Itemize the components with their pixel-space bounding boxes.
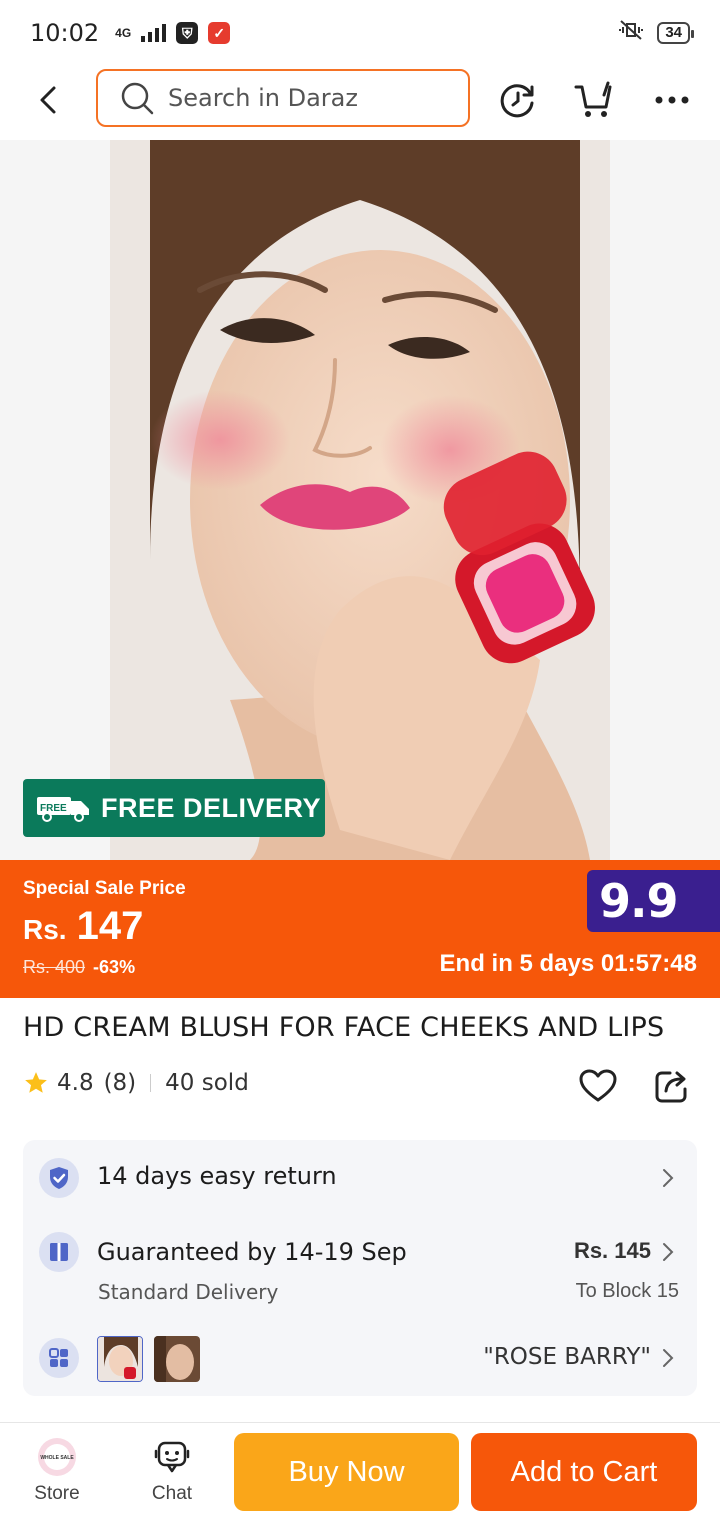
price-banner: Special Sale Price Rs. 147 Rs. 400 -63% … [0,860,720,998]
variant-thumbnail-1[interactable] [97,1336,143,1382]
delivery-location: To Block 15 [575,1280,679,1302]
v-app-icon: ✓ [208,22,231,44]
chevron-right-icon[interactable] [661,1240,675,1264]
grid-icon [49,1348,68,1367]
review-count[interactable]: (8) [104,1070,137,1096]
buy-now-button[interactable]: Buy Now [234,1433,459,1511]
status-time: 10:02 [30,19,100,47]
store-logo: WHOLE SALE [37,1437,77,1477]
refresh-clock-icon [500,84,534,118]
star-icon [25,1072,47,1093]
variant-name[interactable]: "ROSE BARRY" [483,1344,651,1370]
more-icon [655,96,689,104]
signal-icon [141,24,167,42]
status-bar: 10:02 4G ⛨ ✓ 34 [0,0,720,66]
product-meta: 4.8 (8) 40 sold [23,1070,249,1096]
current-price: Rs. 147 [23,904,143,949]
wishlist-button[interactable] [578,1066,618,1106]
chat-button[interactable]: Chat [132,1437,212,1505]
sold-count: 40 sold [165,1070,249,1096]
share-icon [655,1071,687,1103]
cart-button[interactable] [572,78,616,122]
rating-value[interactable]: 4.8 [57,1070,94,1096]
free-delivery-badge: FREE FREE DELIVERY [23,779,325,837]
original-price: Rs. 400 [23,957,86,977]
product-image-gallery[interactable] [0,140,720,860]
store-button[interactable]: WHOLE SALE Store [17,1437,97,1505]
discount-percent: -63% [93,957,136,977]
top-header: Search in Daraz [0,66,720,140]
battery-indicator: 34 [657,22,694,44]
chat-icon [152,1437,192,1477]
divider [150,1074,152,1092]
delivery-truck-icon: FREE [37,797,89,822]
heart-icon [579,1069,617,1102]
back-button[interactable] [30,82,66,118]
history-button[interactable] [496,78,540,122]
share-button[interactable] [652,1066,692,1106]
bottom-action-bar: WHOLE SALE Store Chat Buy Now Add to Car… [0,1422,720,1520]
chevron-right-icon[interactable] [661,1346,675,1370]
chevron-right-icon[interactable] [661,1166,675,1190]
search-input[interactable]: Search in Daraz [96,69,470,127]
delivery-type-text: Standard Delivery [98,1280,279,1304]
return-policy-text[interactable]: 14 days easy return [97,1162,337,1190]
cart-icon [574,81,612,117]
store-logo-text: WHOLE SALE [40,1455,74,1461]
variant-thumbnail-2[interactable] [154,1336,200,1382]
sale-countdown: End in 5 days 01:57:48 [439,950,697,977]
network-type: 4G [115,26,132,40]
more-options-button[interactable] [650,78,694,122]
store-label: Store [34,1483,80,1504]
variants-icon-wrap [39,1338,79,1378]
delivery-guarantee-text[interactable]: Guaranteed by 14-19 Sep [97,1238,407,1266]
product-photo [110,140,610,860]
product-title: HD CREAM BLUSH FOR FACE CHEEKS AND LIPS [23,1012,665,1043]
campaign-badge: 9.9 [587,870,720,932]
chat-label: Chat [151,1483,193,1504]
delivery-icon-wrap [39,1232,79,1272]
original-price-row: Rs. 400 -63% [23,957,135,978]
shield-check-icon [50,1167,68,1189]
search-icon [121,82,154,115]
free-delivery-label: FREE DELIVERY [101,792,322,823]
vibrate-mute-icon [617,18,645,49]
search-placeholder: Search in Daraz [168,84,358,112]
shield-app-icon: ⛨ [176,22,199,44]
return-policy-icon-wrap [39,1158,79,1198]
price-value: 147 [76,904,144,948]
free-badge-text: FREE [40,803,67,814]
price-currency: Rs. [23,914,67,945]
back-arrow-icon [40,86,56,114]
add-to-cart-button[interactable]: Add to Cart [471,1433,697,1511]
campaign-badge-text: 9.9 [599,874,678,928]
delivery-info-card: 14 days easy return Guaranteed by 14-19 … [23,1140,697,1396]
delivery-price: Rs. 145 [573,1238,651,1263]
sale-label: Special Sale Price [23,878,186,899]
package-icon [50,1243,68,1261]
